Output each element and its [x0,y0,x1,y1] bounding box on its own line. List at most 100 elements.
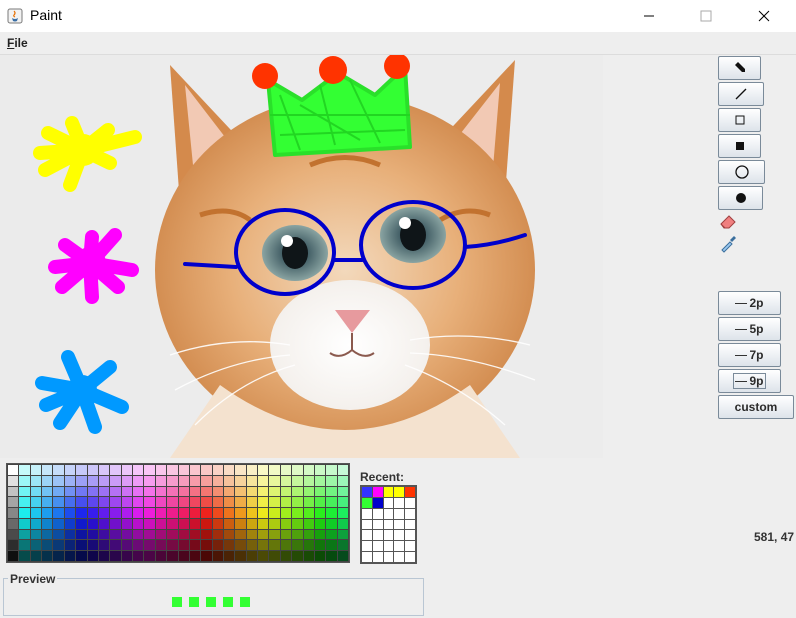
recent-color-swatch[interactable] [394,508,405,519]
recent-color-swatch[interactable] [405,519,415,530]
palette-swatch[interactable] [144,529,155,540]
palette-swatch[interactable] [87,486,98,497]
recent-color-swatch[interactable] [383,519,394,530]
palette-swatch[interactable] [235,529,246,540]
recent-color-swatch[interactable] [394,530,405,541]
palette-swatch[interactable] [19,508,30,518]
palette-swatch[interactable] [212,486,223,497]
palette-swatch[interactable] [98,497,110,508]
palette-swatch[interactable] [87,540,98,551]
palette-swatch[interactable] [155,551,167,561]
palette-swatch[interactable] [292,518,303,529]
palette-swatch[interactable] [167,518,178,529]
palette-swatch[interactable] [121,551,133,561]
palette-swatch[interactable] [87,529,98,540]
palette-swatch[interactable] [133,540,144,551]
palette-swatch[interactable] [258,475,269,486]
palette-swatch[interactable] [76,518,87,529]
eyedropper-tool-button[interactable] [718,234,742,256]
close-button[interactable] [741,0,787,32]
recent-color-swatch[interactable] [362,530,372,541]
palette-swatch[interactable] [280,551,292,561]
recent-color-swatch[interactable] [362,519,372,530]
palette-swatch[interactable] [258,529,269,540]
recent-color-swatch[interactable] [362,497,372,508]
palette-swatch[interactable] [30,508,42,518]
palette-swatch[interactable] [280,529,292,540]
custom-stroke-button[interactable]: custom [718,395,794,419]
minimize-button[interactable] [626,0,672,32]
palette-swatch[interactable] [30,529,42,540]
palette-swatch[interactable] [64,529,76,540]
palette-swatch[interactable] [76,465,87,475]
palette-swatch[interactable] [167,529,178,540]
palette-swatch[interactable] [167,465,178,475]
recent-color-swatch[interactable] [362,508,372,519]
palette-swatch[interactable] [98,465,110,475]
palette-swatch[interactable] [280,518,292,529]
palette-swatch[interactable] [144,475,155,486]
palette-swatch[interactable] [280,475,292,486]
palette-swatch[interactable] [42,529,53,540]
palette-swatch[interactable] [269,475,280,486]
palette-swatch[interactable] [269,508,280,518]
palette-swatch[interactable] [258,518,269,529]
palette-swatch[interactable] [53,475,64,486]
palette-swatch[interactable] [76,529,87,540]
palette-swatch[interactable] [87,497,98,508]
palette-swatch[interactable] [269,551,280,561]
palette-swatch[interactable] [326,497,337,508]
palette-swatch[interactable] [64,465,76,475]
recent-color-swatch[interactable] [372,487,383,497]
palette-swatch[interactable] [223,518,235,529]
palette-swatch[interactable] [98,540,110,551]
palette-swatch[interactable] [235,486,246,497]
palette-swatch[interactable] [326,529,337,540]
palette-swatch[interactable] [87,508,98,518]
palette-swatch[interactable] [53,540,64,551]
palette-swatch[interactable] [167,540,178,551]
palette-swatch[interactable] [121,475,133,486]
palette-swatch[interactable] [53,551,64,561]
palette-swatch[interactable] [212,529,223,540]
palette-swatch[interactable] [223,540,235,551]
palette-swatch[interactable] [53,508,64,518]
palette-swatch[interactable] [8,518,19,529]
palette-swatch[interactable] [189,540,201,551]
palette-swatch[interactable] [269,518,280,529]
palette-swatch[interactable] [19,529,30,540]
palette-swatch[interactable] [280,465,292,475]
palette-swatch[interactable] [292,497,303,508]
palette-swatch[interactable] [121,497,133,508]
palette-swatch[interactable] [235,465,246,475]
palette-swatch[interactable] [178,486,189,497]
palette-swatch[interactable] [235,475,246,486]
recent-color-swatch[interactable] [394,541,405,552]
recent-color-swatch[interactable] [405,530,415,541]
palette-swatch[interactable] [235,508,246,518]
palette-swatch[interactable] [19,497,30,508]
palette-swatch[interactable] [326,475,337,486]
eraser-tool-button[interactable] [718,211,742,233]
palette-swatch[interactable] [178,497,189,508]
recent-color-swatch[interactable] [372,508,383,519]
recent-color-swatch[interactable] [394,497,405,508]
palette-swatch[interactable] [155,497,167,508]
palette-swatch[interactable] [303,497,314,508]
palette-swatch[interactable] [303,465,314,475]
palette-swatch[interactable] [155,518,167,529]
palette-swatch[interactable] [314,508,326,518]
palette-swatch[interactable] [178,518,189,529]
palette-swatch[interactable] [212,551,223,561]
palette-swatch[interactable] [19,540,30,551]
palette-swatch[interactable] [223,475,235,486]
palette-swatch[interactable] [223,551,235,561]
drawing-canvas[interactable] [0,55,603,458]
palette-swatch[interactable] [246,508,258,518]
palette-swatch[interactable] [326,486,337,497]
palette-swatch[interactable] [314,465,326,475]
palette-swatch[interactable] [292,551,303,561]
palette-swatch[interactable] [8,465,19,475]
palette-swatch[interactable] [133,518,144,529]
palette-swatch[interactable] [64,497,76,508]
